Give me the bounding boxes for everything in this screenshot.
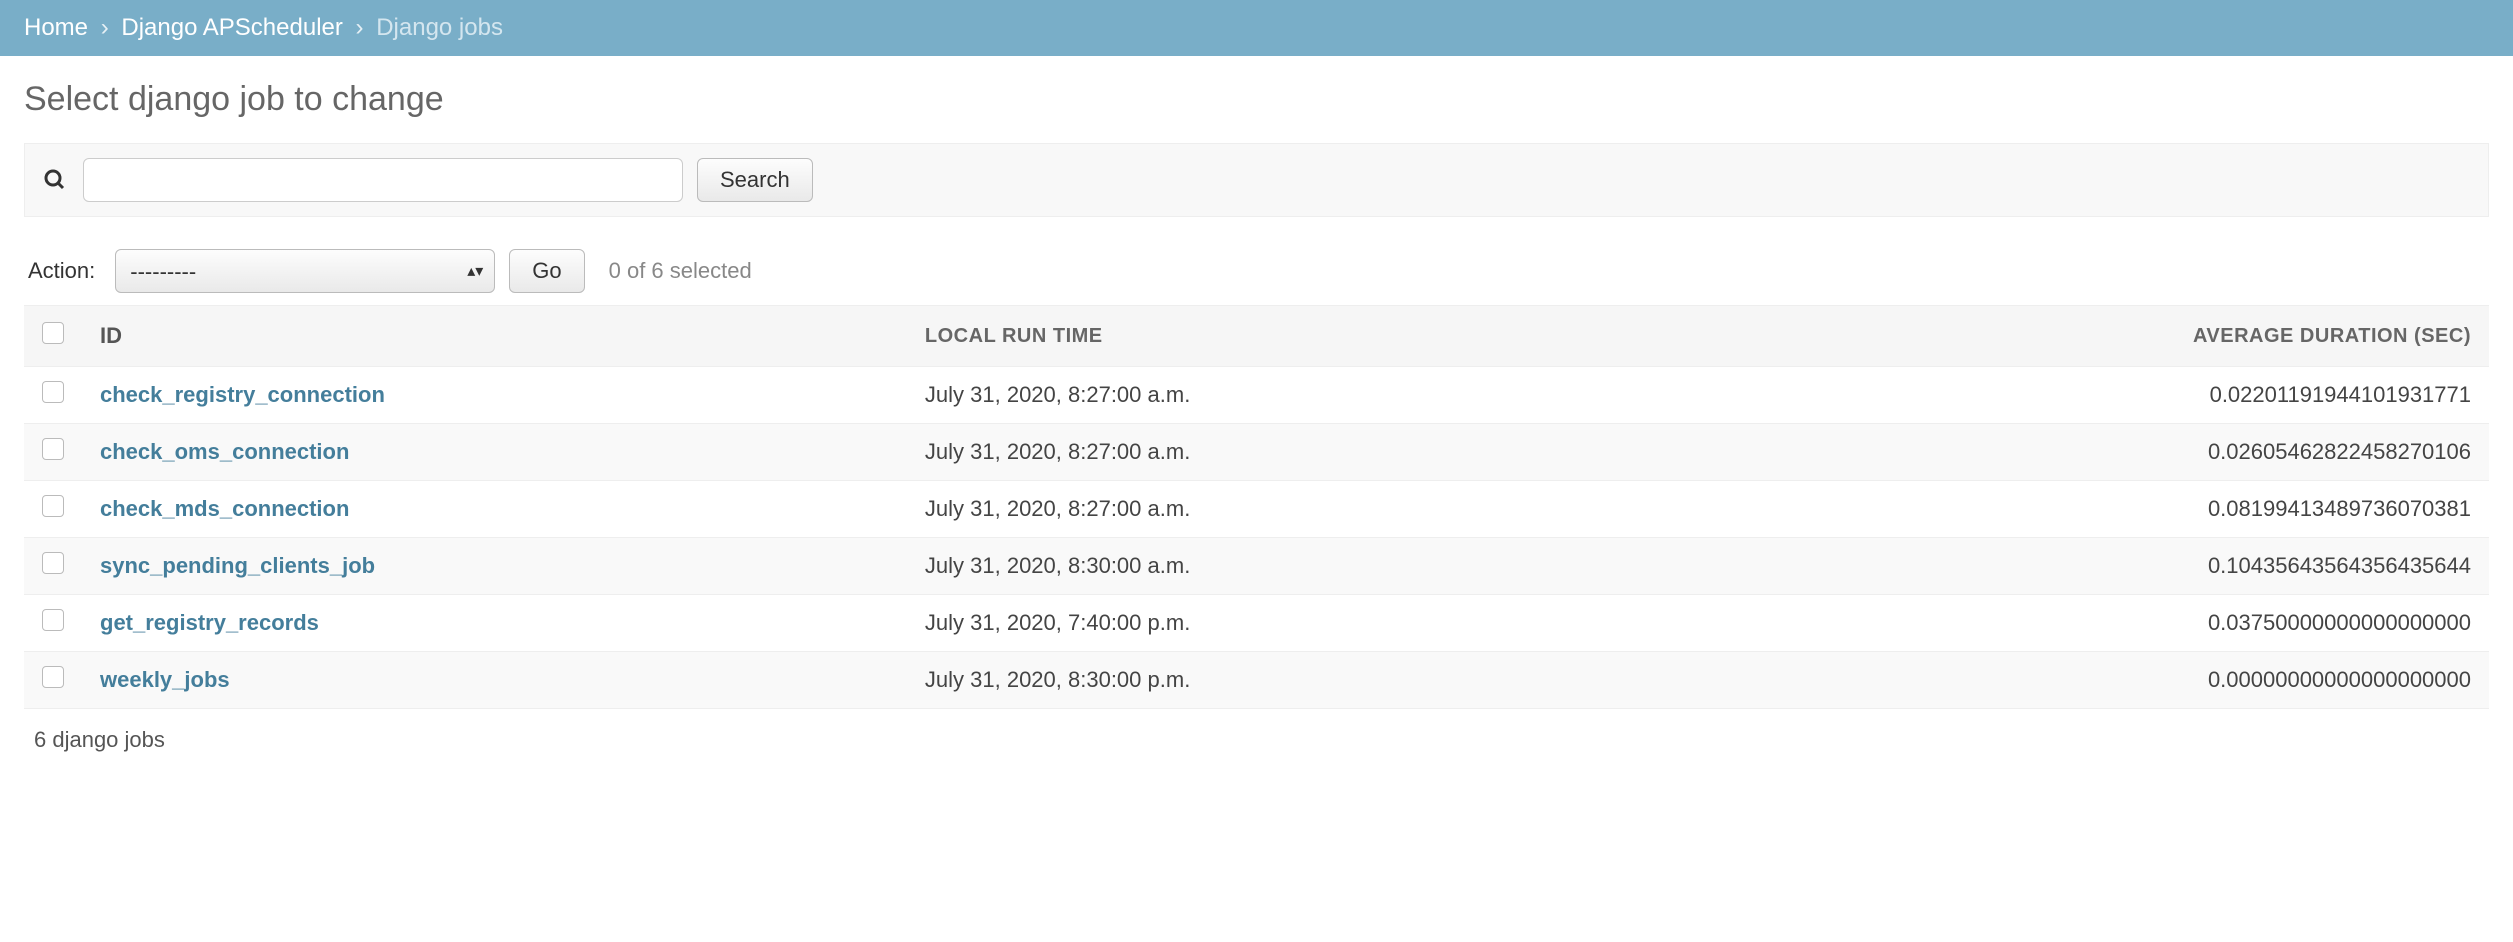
job-link[interactable]: check_registry_connection xyxy=(100,382,385,407)
row-checkbox[interactable] xyxy=(42,438,64,460)
job-link[interactable]: get_registry_records xyxy=(100,610,319,635)
action-select-wrap: --------- ▴▾ xyxy=(115,249,495,293)
action-select[interactable]: --------- xyxy=(115,249,495,293)
table-row: sync_pending_clients_job July 31, 2020, 8… xyxy=(24,538,2489,595)
column-header-avg-duration[interactable]: AVERAGE DURATION (SEC) xyxy=(1682,306,2489,367)
breadcrumb-current: Django jobs xyxy=(376,14,503,41)
cell-avg-duration: 0.02605462822458270106 xyxy=(1682,424,2489,481)
cell-avg-duration: 0.10435643564356435644 xyxy=(1682,538,2489,595)
select-all-checkbox[interactable] xyxy=(42,322,64,344)
job-link[interactable]: check_oms_connection xyxy=(100,439,349,464)
job-link[interactable]: sync_pending_clients_job xyxy=(100,553,375,578)
cell-local-run-time: July 31, 2020, 7:40:00 p.m. xyxy=(907,595,1682,652)
row-checkbox[interactable] xyxy=(42,495,64,517)
job-link[interactable]: weekly_jobs xyxy=(100,667,230,692)
row-checkbox[interactable] xyxy=(42,381,64,403)
job-link[interactable]: check_mds_connection xyxy=(100,496,349,521)
breadcrumb-sep-1: › xyxy=(101,14,109,41)
column-header-local-run-time[interactable]: LOCAL RUN TIME xyxy=(907,306,1682,367)
table-row: weekly_jobs July 31, 2020, 8:30:00 p.m.0.… xyxy=(24,652,2489,709)
table-row: get_registry_records July 31, 2020, 7:40:… xyxy=(24,595,2489,652)
search-bar: Search xyxy=(24,143,2489,217)
cell-local-run-time: July 31, 2020, 8:27:00 a.m. xyxy=(907,424,1682,481)
breadcrumb: Home › Django APScheduler › Django jobs xyxy=(0,0,2513,56)
cell-avg-duration: 0.02201191944101931771 xyxy=(1682,367,2489,424)
breadcrumb-app[interactable]: Django APScheduler xyxy=(121,14,342,41)
page-title: Select django job to change xyxy=(24,80,2489,119)
go-button[interactable]: Go xyxy=(509,249,584,293)
cell-local-run-time: July 31, 2020, 8:27:00 a.m. xyxy=(907,367,1682,424)
search-input[interactable] xyxy=(83,158,683,202)
row-checkbox[interactable] xyxy=(42,609,64,631)
row-checkbox[interactable] xyxy=(42,552,64,574)
select-all-header xyxy=(24,306,82,367)
cell-local-run-time: July 31, 2020, 8:27:00 a.m. xyxy=(907,481,1682,538)
cell-local-run-time: July 31, 2020, 8:30:00 p.m. xyxy=(907,652,1682,709)
breadcrumb-sep-2: › xyxy=(356,14,364,41)
cell-avg-duration: 0.08199413489736070381 xyxy=(1682,481,2489,538)
table-row: check_oms_connection July 31, 2020, 8:27:… xyxy=(24,424,2489,481)
cell-local-run-time: July 31, 2020, 8:30:00 a.m. xyxy=(907,538,1682,595)
table-header-row: ID LOCAL RUN TIME AVERAGE DURATION (SEC) xyxy=(24,306,2489,367)
search-icon xyxy=(41,166,69,194)
actions-label: Action: xyxy=(28,258,95,284)
selection-count: 0 of 6 selected xyxy=(609,258,752,284)
cell-avg-duration: 0.03750000000000000000 xyxy=(1682,595,2489,652)
cell-avg-duration: 0.00000000000000000000 xyxy=(1682,652,2489,709)
results-table: ID LOCAL RUN TIME AVERAGE DURATION (SEC)… xyxy=(24,305,2489,709)
actions-row: Action: --------- ▴▾ Go 0 of 6 selected xyxy=(24,249,2489,293)
table-row: check_registry_connection July 31, 2020, … xyxy=(24,367,2489,424)
table-row: check_mds_connection July 31, 2020, 8:27:… xyxy=(24,481,2489,538)
footer-count: 6 django jobs xyxy=(24,709,2489,771)
breadcrumb-home[interactable]: Home xyxy=(24,14,88,41)
content: Select django job to change Search Actio… xyxy=(0,56,2513,795)
row-checkbox[interactable] xyxy=(42,666,64,688)
search-button[interactable]: Search xyxy=(697,158,813,202)
column-header-id[interactable]: ID xyxy=(82,306,907,367)
